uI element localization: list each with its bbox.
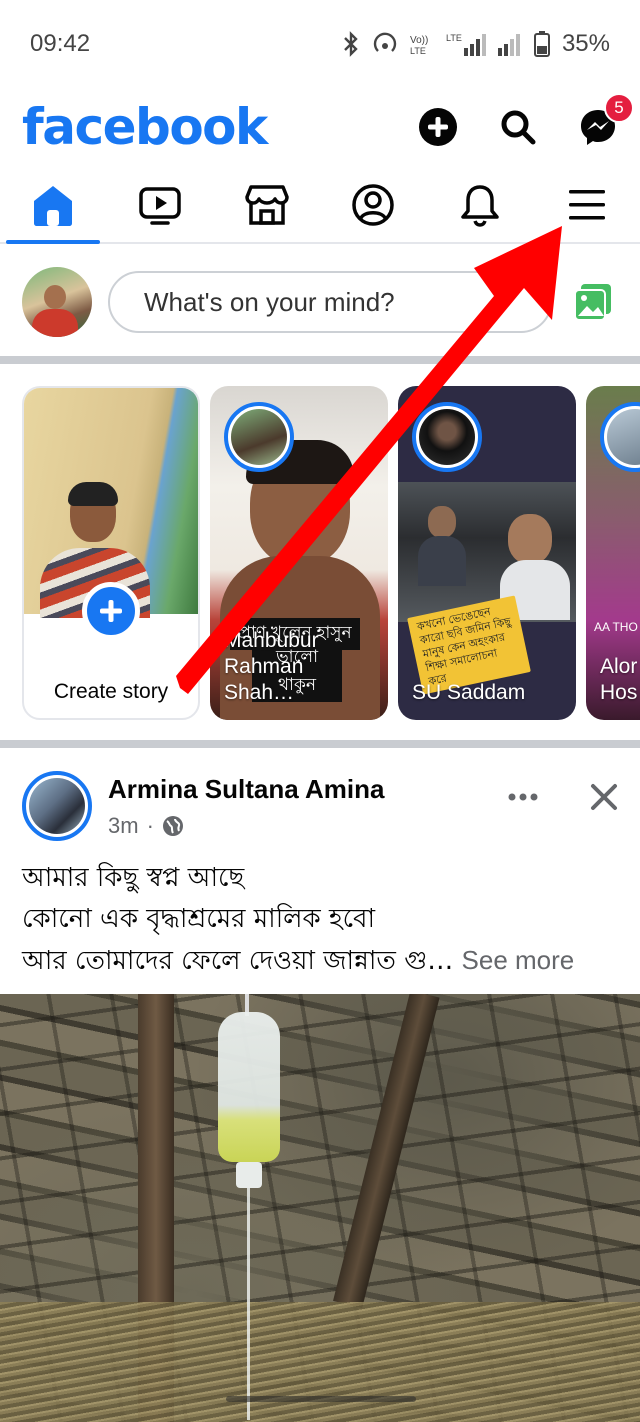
signal-2-icon — [497, 34, 520, 56]
tab-marketplace[interactable] — [214, 168, 320, 242]
battery-percent: 35% — [561, 30, 610, 57]
section-divider — [0, 356, 640, 364]
saline-bottle — [218, 1012, 280, 1162]
messenger-badge: 5 — [604, 93, 634, 123]
story-avatar — [224, 402, 294, 472]
story-author-name: SU Saddam — [412, 681, 526, 704]
post-text-line: কোনো এক বৃদ্ধাশ্রমের মালিক হবো — [22, 904, 376, 934]
story-card[interactable]: প্রাণ খুলেন হাসুন ভালো থাকুন Mahbubur Ra… — [210, 386, 388, 720]
svg-text:LTE: LTE — [410, 46, 426, 55]
profile-icon — [352, 184, 395, 226]
home-icon — [34, 186, 72, 226]
story-author-name: Alor Hos — [600, 655, 638, 704]
status-icons: Vo)) LTE LTE 35% — [342, 30, 610, 58]
app-header: facebook 5 — [0, 92, 640, 162]
post-text-line: আর তোমাদের ফেলে দেওয়া জান্নাত গু… See m… — [22, 940, 618, 982]
see-more-link[interactable]: See more — [462, 945, 575, 975]
facebook-logo[interactable]: facebook — [22, 98, 268, 156]
bell-icon — [461, 185, 499, 227]
post-text-line: আমার কিছু স্বপ্ন আছে — [22, 863, 245, 893]
volte-icon: Vo))LTE — [410, 35, 428, 55]
tab-notifications[interactable] — [427, 168, 533, 242]
create-story-photo — [24, 388, 198, 618]
user-avatar[interactable] — [22, 267, 92, 337]
video-icon — [139, 187, 181, 225]
create-button[interactable] — [418, 107, 458, 147]
photo-icon — [574, 284, 611, 321]
store-icon — [244, 185, 289, 225]
post-actions — [508, 783, 618, 811]
whats-on-your-mind-input[interactable]: What's on your mind? — [108, 271, 552, 333]
dot-separator: · — [146, 812, 154, 838]
post-time[interactable]: 3m — [108, 813, 139, 839]
story-card[interactable]: কখনো ভেঙেছেন কারো ছবি জমিন কিছু মানুষ কে… — [398, 386, 576, 720]
header-actions: 5 — [418, 93, 634, 147]
post-subline: 3m · — [108, 813, 508, 839]
post-text: আমার কিছু স্বপ্ন আছে কোনো এক বৃদ্ধাশ্রমে… — [22, 858, 618, 982]
tab-profile[interactable] — [320, 168, 426, 242]
post-image[interactable] — [0, 994, 640, 1422]
signal-1-icon: LTE — [446, 33, 486, 56]
plus-icon — [100, 600, 122, 622]
post-meta: Armina Sultana Amina 3m · — [108, 774, 508, 839]
photo-button[interactable] — [568, 277, 618, 327]
create-story-card[interactable]: Create story — [22, 386, 200, 720]
stories-tray: Create story প্রাণ খুলেন হাসুন ভালো থাকু… — [22, 386, 640, 722]
story-avatar — [412, 402, 482, 472]
create-story-label: Create story — [53, 680, 169, 703]
bluetooth-icon — [344, 31, 358, 57]
home-indicator[interactable] — [226, 1396, 416, 1402]
story-overlay-text: AA THO — [594, 620, 638, 634]
hamburger-menu-icon — [568, 190, 605, 220]
search-button[interactable] — [498, 107, 538, 147]
close-icon[interactable] — [590, 783, 618, 811]
hotspot-icon — [373, 32, 397, 52]
tab-bar — [0, 168, 640, 244]
battery-icon — [533, 31, 550, 57]
tab-menu[interactable] — [534, 168, 640, 242]
globe-icon — [162, 815, 183, 836]
more-options-icon[interactable] — [508, 793, 538, 801]
tab-watch[interactable] — [107, 168, 213, 242]
svg-text:LTE: LTE — [446, 33, 462, 43]
post-composer: What's on your mind? — [0, 246, 640, 358]
search-icon — [501, 110, 536, 145]
plus-circle-icon — [419, 108, 457, 146]
messenger-button[interactable]: 5 — [578, 93, 634, 147]
post-header: Armina Sultana Amina 3m · — [22, 768, 618, 844]
add-story-button[interactable] — [82, 582, 140, 640]
story-card[interactable]: AA THO Alor Hos — [586, 386, 640, 720]
status-time: 09:42 — [30, 30, 91, 57]
post-author-name[interactable]: Armina Sultana Amina — [108, 774, 508, 805]
story-author-name: Mahbubur Rahman Shah… — [224, 629, 319, 704]
status-bar: 09:42 Vo)) LTE LTE 35% — [0, 0, 640, 88]
section-divider — [0, 740, 640, 748]
svg-text:Vo)): Vo)) — [410, 35, 428, 46]
tab-home[interactable] — [0, 168, 106, 244]
post-author-avatar[interactable] — [22, 771, 92, 841]
post-text-line-3: আর তোমাদের ফেলে দেওয়া জান্নাত গু… — [22, 946, 454, 976]
